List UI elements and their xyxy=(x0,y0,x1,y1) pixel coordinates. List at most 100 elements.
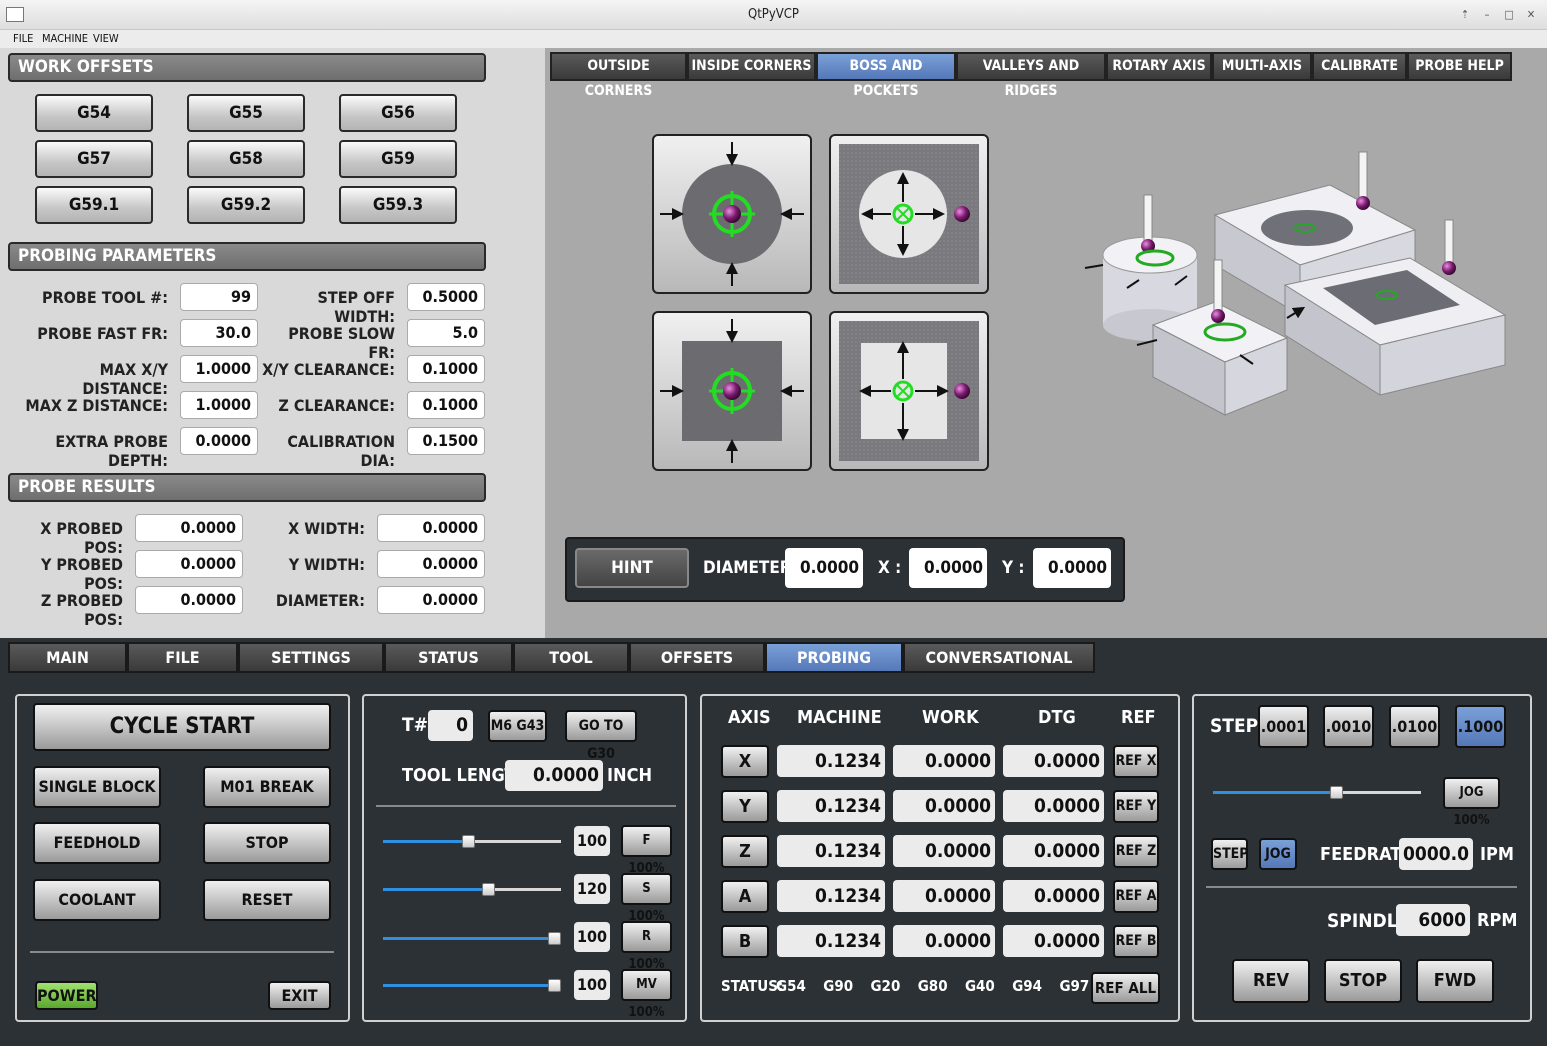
max-velocity-value[interactable]: 100 xyxy=(574,970,610,1000)
rapid-override-value[interactable]: 100 xyxy=(574,922,610,952)
x-width-field[interactable]: 0.0000 xyxy=(377,514,485,542)
probe-tool-field[interactable]: 99 xyxy=(180,283,258,311)
ref-x-button[interactable]: REF X xyxy=(1113,745,1159,778)
feedhold-button[interactable]: FEEDHOLD xyxy=(33,822,161,864)
ref-all-button[interactable]: REF ALL xyxy=(1091,972,1160,1004)
axis-z-button[interactable]: Z xyxy=(721,835,769,868)
feedrate-field[interactable]: 0000.0 xyxy=(1399,838,1473,870)
minimize-icon[interactable]: – xyxy=(1480,8,1494,22)
tab-settings[interactable]: SETTINGS xyxy=(238,642,384,673)
hint-x-field[interactable]: 0.0000 xyxy=(909,548,987,588)
spindle-stop-button[interactable]: STOP xyxy=(1324,959,1402,1003)
tab-offsets[interactable]: OFFSETS xyxy=(629,642,765,673)
maximize-icon[interactable]: □ xyxy=(1502,8,1516,22)
power-button[interactable]: POWER xyxy=(35,981,98,1010)
tab-calibrate[interactable]: CALIBRATE xyxy=(1312,52,1407,81)
ref-b-button[interactable]: REF B xyxy=(1113,925,1159,958)
axis-a-button[interactable]: A xyxy=(721,880,769,913)
extra-probe-depth-field[interactable]: 0.0000 xyxy=(180,427,258,455)
menu-file[interactable]: FILE xyxy=(13,32,33,45)
g56-button[interactable]: G56 xyxy=(339,94,457,132)
slider-handle[interactable] xyxy=(1330,786,1343,799)
ref-y-button[interactable]: REF Y xyxy=(1113,790,1159,823)
tab-probing[interactable]: PROBING xyxy=(765,642,903,673)
step-off-width-field[interactable]: 0.5000 xyxy=(407,283,485,311)
y-probed-pos-field[interactable]: 0.0000 xyxy=(135,550,243,578)
single-block-button[interactable]: SINGLE BLOCK xyxy=(33,766,161,808)
boss-round-button[interactable] xyxy=(652,134,812,294)
g59-2-button[interactable]: G59.2 xyxy=(187,186,305,224)
y-width-field[interactable]: 0.0000 xyxy=(377,550,485,578)
pocket-round-button[interactable] xyxy=(829,134,989,294)
ref-z-button[interactable]: REF Z xyxy=(1113,835,1159,868)
jog-mode-button[interactable]: JOG xyxy=(1259,838,1297,870)
z-probed-pos-field[interactable]: 0.0000 xyxy=(135,586,243,614)
exit-button[interactable]: EXIT xyxy=(268,981,331,1010)
rapid-100-button[interactable]: R 100% xyxy=(621,921,672,972)
m6-g43-button[interactable]: M6 G43 xyxy=(488,710,547,742)
slider-handle[interactable] xyxy=(548,932,561,945)
cycle-start-button[interactable]: CYCLE START xyxy=(33,703,331,751)
spindle-fwd-button[interactable]: FWD xyxy=(1416,959,1494,1003)
tab-main[interactable]: MAIN xyxy=(8,642,127,673)
step-0100-button[interactable]: .0100 xyxy=(1389,705,1440,748)
menu-view[interactable]: VIEW xyxy=(93,32,119,45)
g58-button[interactable]: G58 xyxy=(187,140,305,178)
tab-conversational[interactable]: CONVERSATIONAL xyxy=(903,642,1095,673)
tab-probe-help[interactable]: PROBE HELP xyxy=(1407,52,1512,81)
spindle-rev-button[interactable]: REV xyxy=(1232,959,1310,1003)
hint-button[interactable]: HINT xyxy=(575,548,689,588)
xy-clearance-field[interactable]: 0.1000 xyxy=(407,355,485,383)
tab-valleys-and-ridges[interactable]: VALLEYS AND RIDGES xyxy=(956,52,1106,99)
max-velocity-100-button[interactable]: MV 100% xyxy=(621,969,672,1020)
step-0010-button[interactable]: .0010 xyxy=(1323,705,1374,748)
max-z-distance-field[interactable]: 1.0000 xyxy=(180,391,258,419)
tab-file[interactable]: FILE xyxy=(127,642,238,673)
close-icon[interactable]: ✕ xyxy=(1524,8,1538,22)
z-clearance-field[interactable]: 0.1000 xyxy=(407,391,485,419)
probe-slow-fr-field[interactable]: 5.0 xyxy=(407,319,485,347)
max-xy-distance-field[interactable]: 1.0000 xyxy=(180,355,258,383)
jog-100-button[interactable]: JOG 100% xyxy=(1443,777,1500,828)
tab-inside-corners[interactable]: INSIDE CORNERS xyxy=(687,52,816,81)
tab-status[interactable]: STATUS xyxy=(384,642,513,673)
tab-boss-and-pockets[interactable]: BOSS AND POCKETS xyxy=(816,52,956,99)
g55-button[interactable]: G55 xyxy=(187,94,305,132)
spindle-rpm-field[interactable]: 6000 xyxy=(1396,904,1470,936)
axis-y-button[interactable]: Y xyxy=(721,790,769,823)
hint-y-field[interactable]: 0.0000 xyxy=(1033,548,1111,588)
diameter-field[interactable]: 0.0000 xyxy=(377,586,485,614)
tool-length-field[interactable]: 0.0000 xyxy=(505,760,603,791)
probe-fast-fr-field[interactable]: 30.0 xyxy=(180,319,258,347)
step-0001-button[interactable]: .0001 xyxy=(1258,705,1309,748)
g57-button[interactable]: G57 xyxy=(35,140,153,178)
tab-tool[interactable]: TOOL xyxy=(513,642,629,673)
reset-button[interactable]: RESET xyxy=(203,879,331,921)
slider-handle[interactable] xyxy=(548,979,561,992)
keep-above-icon[interactable]: ⇡ xyxy=(1458,8,1472,22)
step-1000-button[interactable]: .1000 xyxy=(1455,705,1506,748)
coolant-button[interactable]: COOLANT xyxy=(33,879,161,921)
g59-3-button[interactable]: G59.3 xyxy=(339,186,457,224)
feed-100-button[interactable]: F 100% xyxy=(621,825,672,876)
boss-rect-button[interactable] xyxy=(652,311,812,471)
feed-override-value[interactable]: 100 xyxy=(574,826,610,856)
m01-break-button[interactable]: M01 BREAK xyxy=(203,766,331,808)
axis-x-button[interactable]: X xyxy=(721,745,769,778)
spindle-override-value[interactable]: 120 xyxy=(574,874,610,904)
step-mode-button[interactable]: STEP xyxy=(1211,838,1249,870)
stop-button[interactable]: STOP xyxy=(203,822,331,864)
axis-b-button[interactable]: B xyxy=(721,925,769,958)
g59-button[interactable]: G59 xyxy=(339,140,457,178)
g54-button[interactable]: G54 xyxy=(35,94,153,132)
slider-handle[interactable] xyxy=(462,835,476,848)
hint-diameter-field[interactable]: 0.0000 xyxy=(785,548,863,588)
g59-1-button[interactable]: G59.1 xyxy=(35,186,153,224)
pocket-rect-button[interactable] xyxy=(829,311,989,471)
go-to-g30-button[interactable]: GO TO G30 xyxy=(565,710,637,762)
calibration-dia-field[interactable]: 0.1500 xyxy=(407,427,485,455)
ref-a-button[interactable]: REF A xyxy=(1113,880,1159,913)
tab-outside-corners[interactable]: OUTSIDE CORNERS xyxy=(550,52,687,99)
menu-machine[interactable]: MACHINE xyxy=(42,32,88,45)
spindle-100-button[interactable]: S 100% xyxy=(621,873,672,924)
